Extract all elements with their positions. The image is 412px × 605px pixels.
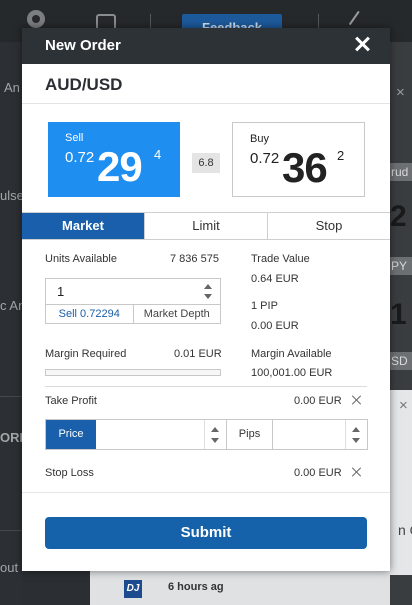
stop-loss-label: Stop Loss [45,467,94,479]
new-order-dialog: New Order AUD/USD Sell 0.72 29 4 6.8 Buy… [22,28,390,571]
stop-loss-value: 0.00 EUR [294,467,342,479]
units-field [45,278,221,305]
price-stepper [204,420,226,449]
submit-button[interactable]: Submit [45,517,367,549]
news-text: n O [398,522,412,538]
take-profit-value: 0.00 EUR [294,395,342,407]
buy-price-prefix: 0.72 [250,150,280,167]
news-panel [390,390,412,575]
app-sidebar [0,42,22,605]
sell-price-link[interactable]: Sell 0.72294 [46,305,133,323]
take-profit-label: Take Profit [45,395,97,407]
quote-panel: Sell 0.72 29 4 6.8 Buy 0.72 36 2 [22,104,390,212]
sidebar-text: ulse [0,188,24,203]
close-icon[interactable]: × [399,397,408,414]
instrument-band: PY [390,257,412,275]
instrument-band: rud [390,163,412,181]
units-actions: Sell 0.72294 Market Depth [45,305,221,324]
sidebar-text: out [0,560,19,575]
margin-required-label: Margin Required [45,348,127,360]
clear-take-profit-icon[interactable] [352,395,362,405]
close-icon[interactable]: × [396,84,405,101]
take-profit-price-input[interactable] [96,420,204,449]
take-profit-controls: Price Pips [45,419,368,450]
take-profit-pips-input[interactable] [273,420,345,449]
increment-arrow-icon[interactable] [204,284,212,289]
trade-value-label: Trade Value [251,253,310,265]
sell-price-pips: 29 [97,143,143,190]
sell-price-prefix: 0.72 [65,149,95,166]
units-available-label: Units Available [45,253,117,265]
take-profit-pips-field [273,420,367,449]
pip-value: 0.00 EUR [251,320,299,332]
increment-arrow-icon[interactable] [211,427,219,432]
instrument-band: SD [390,352,412,370]
units-stepper [198,279,220,304]
section-divider [45,386,367,387]
sell-price-fraction: 4 [154,147,162,162]
settings-gear-icon[interactable] [27,10,45,28]
price-fragment: 2 [390,200,407,233]
buy-label: Buy [250,133,269,145]
trade-value: 0.64 EUR [251,273,299,285]
sidebar-divider [0,530,22,531]
news-source-badge: DJ [124,580,142,598]
decrement-arrow-icon[interactable] [204,294,212,299]
take-profit-price-field [96,420,227,449]
tab-stop[interactable]: Stop [267,213,390,239]
close-icon[interactable] [354,36,370,52]
instrument-row: AUD/USD [22,64,390,104]
buy-price-fraction: 2 [337,148,345,163]
margin-bar [45,369,221,376]
price-fragment: 1 [390,298,407,331]
instrument-name: AUD/USD [45,75,123,94]
take-profit-price-toggle[interactable]: Price [46,420,96,449]
news-timestamp: 6 hours ag [168,581,224,593]
units-input[interactable] [46,279,196,304]
sidebar-text: An [4,80,20,95]
margin-available-label: Margin Available [251,348,332,360]
tab-limit[interactable]: Limit [144,213,267,239]
margin-required-value: 0.01 EUR [174,348,222,360]
clear-stop-loss-icon[interactable] [352,467,362,477]
spread-badge: 6.8 [192,153,220,173]
dialog-header: New Order [22,28,390,64]
sidebar-divider [0,396,22,397]
pips-stepper [345,420,367,449]
decrement-arrow-icon[interactable] [211,438,219,443]
take-profit-pips-toggle[interactable]: Pips [227,420,273,449]
tab-market[interactable]: Market [22,213,144,239]
market-depth-link[interactable]: Market Depth [132,305,221,323]
pip-label: 1 PIP [251,300,278,312]
news-item[interactable]: DJ 6 hours ag [90,571,390,605]
buy-button[interactable]: Buy 0.72 36 2 [232,122,365,197]
sell-label: Sell [65,132,84,144]
dialog-title: New Order [45,37,121,54]
increment-arrow-icon[interactable] [352,427,360,432]
buy-price-pips: 36 [282,144,328,191]
decrement-arrow-icon[interactable] [352,438,360,443]
margin-available-value: 100,001.00 EUR [251,367,333,379]
units-available-value: 7 836 575 [170,253,219,265]
order-type-tabs: Market Limit Stop [22,212,390,240]
sell-button[interactable]: Sell 0.72 29 4 [48,122,180,197]
dialog-footer: Submit [22,492,390,571]
